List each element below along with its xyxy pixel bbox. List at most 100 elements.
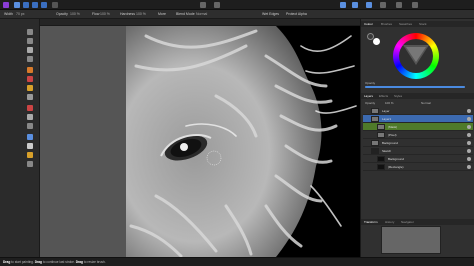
view-tool-icon[interactable] <box>27 38 33 44</box>
layer-row[interactable]: Background <box>363 155 473 163</box>
visibility-icon[interactable] <box>467 165 471 169</box>
tab-history[interactable]: History <box>385 220 394 224</box>
arrange-icon[interactable] <box>396 2 403 8</box>
protect-alpha-toggle[interactable]: Protect Alpha <box>286 12 307 17</box>
opacity-value[interactable]: 100 % <box>70 12 80 17</box>
width-value[interactable]: 70 px <box>16 12 25 17</box>
visibility-icon[interactable] <box>467 117 471 121</box>
width-label: Width <box>4 12 13 16</box>
color-panel-tabs: Colour Brushes Swatches Stock <box>361 21 474 27</box>
erase-brush-icon[interactable] <box>27 76 33 82</box>
wet-edges-toggle[interactable]: Wet Edges <box>262 12 279 17</box>
status-text: to resize brush. <box>83 260 106 264</box>
visibility-icon[interactable] <box>467 149 471 153</box>
visibility-icon[interactable] <box>467 141 471 145</box>
secondary-color-swatch[interactable] <box>373 38 380 45</box>
blend-mode-select[interactable]: Normal <box>196 12 207 17</box>
layer-name: (Rectangle) <box>388 165 404 169</box>
layer-thumbnail <box>371 116 379 122</box>
studio-panels: Colour Brushes Swatches Stock Opacity La… <box>360 19 474 257</box>
color-triangle[interactable] <box>403 45 429 65</box>
move-tool-icon[interactable] <box>27 29 33 35</box>
visibility-icon[interactable] <box>467 133 471 137</box>
status-key: Drag <box>75 260 83 264</box>
status-bar: Drag to start painting. Drag to continue… <box>0 257 474 266</box>
hardness-value[interactable]: 100 % <box>136 12 146 17</box>
canvas-area[interactable] <box>40 26 360 257</box>
more-button[interactable]: More <box>158 12 166 17</box>
crop-tool-icon[interactable] <box>27 56 33 62</box>
color-picker-icon[interactable] <box>340 2 347 8</box>
layer-name: (Pixel) <box>388 133 397 137</box>
transform-panel-tabs: Transform History Navigator <box>361 219 474 225</box>
tab-colour[interactable]: Colour <box>364 22 373 26</box>
layer-name: Background <box>388 157 405 161</box>
visibility-icon[interactable] <box>467 157 471 161</box>
shape-tool-icon[interactable] <box>27 152 33 158</box>
layer-name: Layer1 <box>382 117 392 121</box>
liquify-persona-icon[interactable] <box>23 2 30 8</box>
layer-row[interactable]: Layer1 <box>363 115 473 123</box>
layer-name: Layer <box>382 109 390 113</box>
wolf-painting <box>126 26 360 257</box>
layer-thumbnail <box>371 108 379 114</box>
tone-mapping-persona-icon[interactable] <box>41 2 48 8</box>
tab-brushes[interactable]: Brushes <box>381 22 392 26</box>
affinity-photo-window: Width 70 px Opacity 100 % Flow 100 % Har… <box>0 0 474 266</box>
share-icon[interactable] <box>412 2 419 8</box>
pen-tool-icon[interactable] <box>27 134 33 140</box>
layer-row[interactable]: Background <box>363 139 473 147</box>
layer-row[interactable]: (Rectangle) <box>363 163 473 171</box>
redo-icon[interactable] <box>214 2 221 8</box>
layer-name: Background <box>382 141 399 145</box>
status-key: Drag <box>34 260 42 264</box>
blur-brush-icon[interactable] <box>27 123 33 129</box>
layer-row[interactable]: Sketch <box>363 147 473 155</box>
layer-opacity-label: Opacity <box>365 101 376 105</box>
fill-tool-icon[interactable] <box>27 85 33 91</box>
paint-brush-icon[interactable] <box>27 67 33 73</box>
layer-thumbnail <box>377 132 385 138</box>
artwork-canvas[interactable] <box>126 26 360 257</box>
export-persona-icon[interactable] <box>52 2 59 8</box>
dodge-tool-icon[interactable] <box>27 114 33 120</box>
top-toolbar <box>0 0 474 10</box>
tab-effects[interactable]: Effects <box>379 94 388 98</box>
zoom-tool-icon[interactable] <box>27 161 33 167</box>
snapping-icon[interactable] <box>352 2 359 8</box>
develop-persona-icon[interactable] <box>32 2 39 8</box>
layer-opacity-value[interactable]: 100 % <box>385 101 394 105</box>
photo-persona-icon[interactable] <box>14 2 21 8</box>
affinity-logo-icon[interactable] <box>3 2 10 8</box>
text-tool-icon[interactable] <box>27 143 33 149</box>
undo-icon[interactable] <box>200 2 207 8</box>
color-opacity-slider[interactable] <box>365 86 465 88</box>
layer-row[interactable]: (Mask) <box>363 123 473 131</box>
tab-layers[interactable]: Layers <box>364 94 373 98</box>
layer-row[interactable]: Layer <box>363 107 473 115</box>
flow-value[interactable]: 100 % <box>100 12 110 17</box>
color-wheel[interactable] <box>393 33 439 79</box>
tab-swatches[interactable]: Swatches <box>399 22 412 26</box>
status-text: to continue last stroke. <box>42 260 75 264</box>
status-text: to start painting. <box>11 260 34 264</box>
gradient-tool-icon[interactable] <box>27 94 33 100</box>
assistant-icon[interactable] <box>366 2 373 8</box>
tab-navigator[interactable]: Navigator <box>401 220 414 224</box>
view-mode-icon[interactable] <box>380 2 387 8</box>
document-tab[interactable] <box>40 19 360 26</box>
transform-grid[interactable] <box>381 226 441 254</box>
visibility-icon[interactable] <box>467 109 471 113</box>
color-opacity-label: Opacity <box>365 81 376 85</box>
visibility-icon[interactable] <box>467 125 471 129</box>
selection-tool-icon[interactable] <box>27 47 33 53</box>
status-hint: Drag to start painting. Drag to continue… <box>3 260 106 264</box>
clone-tool-icon[interactable] <box>27 105 33 111</box>
layer-row[interactable]: (Pixel) <box>363 131 473 139</box>
layer-thumbnail <box>377 124 385 130</box>
tab-transform[interactable]: Transform <box>364 220 378 224</box>
tab-styles[interactable]: Styles <box>394 94 402 98</box>
tab-stock[interactable]: Stock <box>419 22 427 26</box>
layer-blend-select[interactable]: Normal <box>421 101 431 105</box>
flow-label: Flow <box>92 12 100 16</box>
